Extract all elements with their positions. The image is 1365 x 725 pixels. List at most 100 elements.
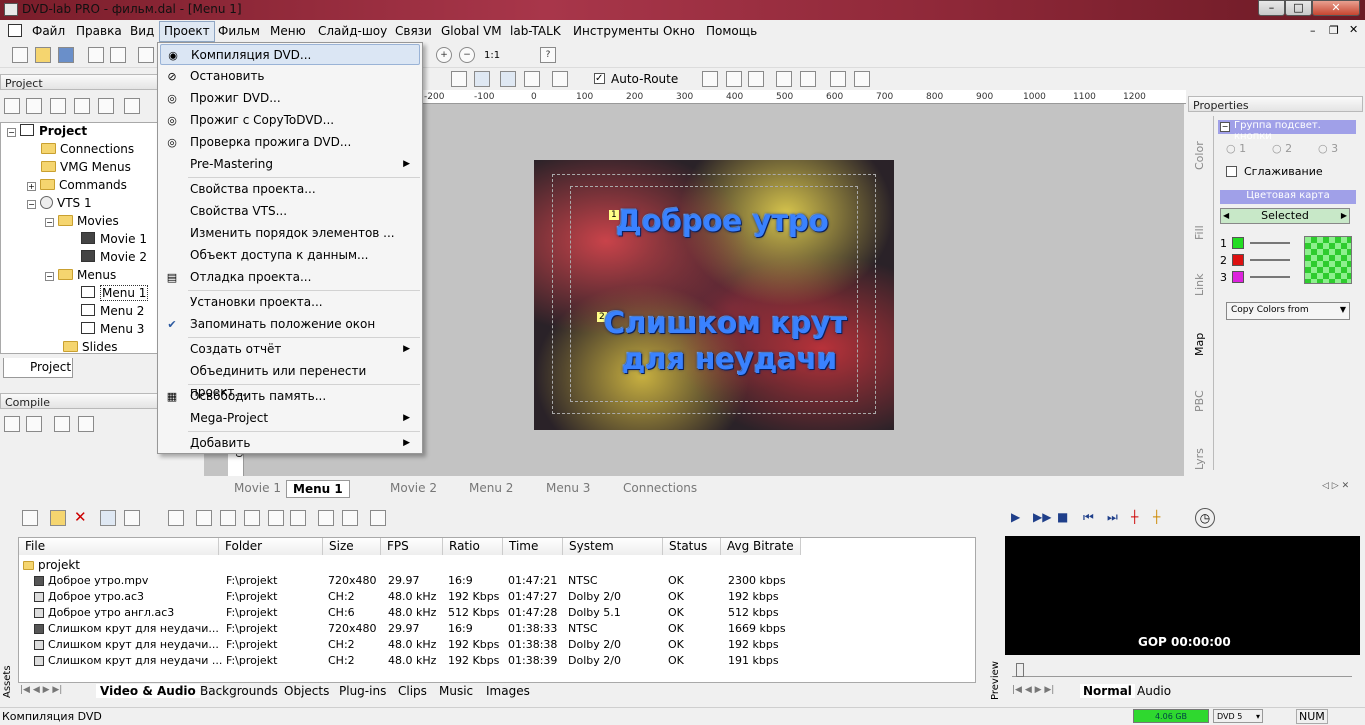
tab-normal[interactable]: Normal (1080, 684, 1135, 698)
mark-out-icon[interactable]: ┼ (1153, 510, 1160, 524)
tree-item-movie1[interactable]: Movie 1 (81, 232, 147, 246)
minimize-button[interactable]: – (1258, 0, 1285, 16)
menuitem-create-report[interactable]: Создать отчёт ▶ (160, 339, 420, 360)
assets-tool5-icon[interactable] (268, 510, 284, 526)
lyrs-tab[interactable]: Lyrs (1193, 434, 1206, 470)
table-row[interactable]: Доброе утро.mpv F:\projekt 720x480 29.97 16:… (18, 573, 976, 589)
collapse-icon[interactable]: − (45, 272, 54, 281)
table-row[interactable]: Доброе утро.ac3 F:\projekt CH:2 48.0 kHz 192… (18, 589, 976, 605)
preview-timeline-slider[interactable] (1012, 663, 1352, 677)
menuitem-verify-burn[interactable]: ◎ Проверка прожига DVD... (160, 132, 420, 153)
tab-menu3[interactable]: Menu 3 (546, 481, 590, 495)
folder-row[interactable]: projekt (23, 558, 80, 572)
render-icon[interactable] (830, 71, 846, 87)
zoom-1to1[interactable]: 1:1 (484, 50, 500, 61)
tab-connections[interactable]: Connections (623, 481, 697, 495)
radio-2[interactable]: ○ 2 (1272, 142, 1292, 155)
menuitem-burn-copytodvd[interactable]: ◎ Прожиг с CopyToDVD... (160, 110, 420, 131)
add-vmg-icon[interactable] (74, 98, 90, 114)
add-item-icon[interactable] (98, 98, 114, 114)
menuitem-merge-move[interactable]: Объединить или перенести проект... (160, 361, 420, 399)
clock-icon[interactable]: ◷ (1195, 508, 1215, 528)
tab-menu1[interactable]: Menu 1 (286, 480, 350, 498)
tree-item-commands[interactable]: + Commands (27, 178, 127, 192)
menuitem-compile-dvd[interactable]: ◉ Компиляция DVD... (160, 44, 420, 65)
table-row[interactable]: Слишком крут для неудачи ... F:\projekt CH… (18, 653, 976, 669)
assets-tool7-icon[interactable] (318, 510, 334, 526)
tree-item-slides[interactable]: Slides (63, 340, 118, 354)
table-row[interactable]: Слишком крут для неудачи... F:\projekt 720… (18, 621, 976, 637)
close-button[interactable]: ✕ (1312, 0, 1360, 16)
slider-1[interactable] (1250, 242, 1290, 244)
assets-tool6-icon[interactable] (290, 510, 306, 526)
tab-objects[interactable]: Objects (284, 684, 329, 698)
assets-tool1-icon[interactable] (168, 510, 184, 526)
tree-item-menu2[interactable]: Menu 2 (81, 304, 144, 318)
menu-edit[interactable]: Правка (76, 24, 122, 38)
assets-tool2-icon[interactable] (196, 510, 212, 526)
copy-icon[interactable] (88, 47, 104, 63)
palette-icon[interactable] (800, 71, 816, 87)
tab-backgrounds[interactable]: Backgrounds (200, 684, 278, 698)
col-ratio[interactable]: Ratio (443, 538, 503, 555)
tab-scroll-arrows[interactable]: ◁ ▷ ✕ (1322, 481, 1349, 491)
report-icon[interactable] (78, 416, 94, 432)
tree-item-project[interactable]: − Project (7, 124, 87, 138)
zoom-out-icon[interactable]: − (459, 47, 475, 63)
table-row[interactable]: Слишком крут для неудачи... F:\projekt CH:… (18, 637, 976, 653)
paste-icon[interactable] (110, 47, 126, 63)
next-arrow-icon[interactable]: ▶ (1341, 209, 1347, 223)
radio-1[interactable]: ○ 1 (1226, 142, 1246, 155)
menuitem-pre-mastering[interactable]: Pre-Mastering ▶ (160, 154, 420, 175)
preview-nav-arrows[interactable]: |◀ ◀ ▶ ▶| (1012, 685, 1054, 695)
tab-images[interactable]: Images (486, 684, 530, 698)
undo-icon[interactable] (138, 47, 154, 63)
select-frame-icon[interactable] (451, 71, 467, 87)
menuitem-reorder[interactable]: Изменить порядок элементов ... (160, 223, 420, 244)
col-status[interactable]: Status (663, 538, 721, 555)
play-icon[interactable]: ▶ (1011, 510, 1020, 524)
col-file[interactable]: File (19, 538, 219, 555)
maximize-button[interactable]: □ (1285, 0, 1312, 16)
menuitem-remember-windows[interactable]: ✔ Запоминать положение окон (160, 314, 420, 335)
menu-button-1[interactable]: Доброе утро (616, 204, 829, 238)
tree-item-vts1[interactable]: − VTS 1 (27, 196, 92, 210)
assets-tool8-icon[interactable] (342, 510, 358, 526)
fill-tab[interactable]: Fill (1193, 208, 1206, 240)
auto-route-checkbox[interactable]: ✓ (594, 73, 605, 84)
add-slide-icon[interactable] (50, 98, 66, 114)
color-tab[interactable]: Color (1193, 120, 1206, 170)
copy-colors-dropdown[interactable]: Copy Colors from ▼ (1226, 302, 1350, 320)
col-folder[interactable]: Folder (219, 538, 323, 555)
sort-icon[interactable] (124, 510, 140, 526)
add-menu-icon[interactable] (4, 98, 20, 114)
slider-2[interactable] (1250, 259, 1290, 261)
delete-icon[interactable]: ✕ (74, 508, 87, 526)
menu-tools[interactable]: Инструменты (573, 24, 659, 38)
new-icon[interactable] (12, 47, 28, 63)
menuitem-add[interactable]: Добавить ▶ (160, 433, 420, 454)
assets-tool9-icon[interactable] (370, 510, 386, 526)
select-icon[interactable] (474, 71, 490, 87)
menuitem-settings[interactable]: Установки проекта... (160, 292, 420, 313)
tab-video-audio[interactable]: Video & Audio (96, 684, 200, 698)
open-icon[interactable] (35, 47, 51, 63)
tree-item-menu3[interactable]: Menu 3 (81, 322, 144, 336)
assets-tool4-icon[interactable] (244, 510, 260, 526)
burn-icon[interactable] (26, 416, 42, 432)
check-icon[interactable] (54, 416, 70, 432)
tree-item-movies[interactable]: − Movies (45, 214, 119, 228)
assets-view-icon[interactable] (22, 510, 38, 526)
link-icon[interactable] (702, 71, 718, 87)
group-collapse-box[interactable]: − (1220, 122, 1230, 132)
col-size[interactable]: Size (323, 538, 381, 555)
menu-menu[interactable]: Меню (270, 24, 306, 38)
color-swatch-2[interactable] (1232, 254, 1244, 266)
collapse-icon[interactable]: − (45, 218, 54, 227)
menu-labtalk[interactable]: lab-TALK (510, 24, 561, 38)
menuitem-data-access[interactable]: Объект доступа к данным... (160, 245, 420, 266)
mdi-restore[interactable]: ❐ (1329, 24, 1339, 37)
dvd-type-selector[interactable]: DVD 5 ▾ (1213, 709, 1263, 723)
assets-select-icon[interactable] (100, 510, 116, 526)
menuitem-debug[interactable]: ▤ Отладка проекта... (160, 267, 420, 288)
